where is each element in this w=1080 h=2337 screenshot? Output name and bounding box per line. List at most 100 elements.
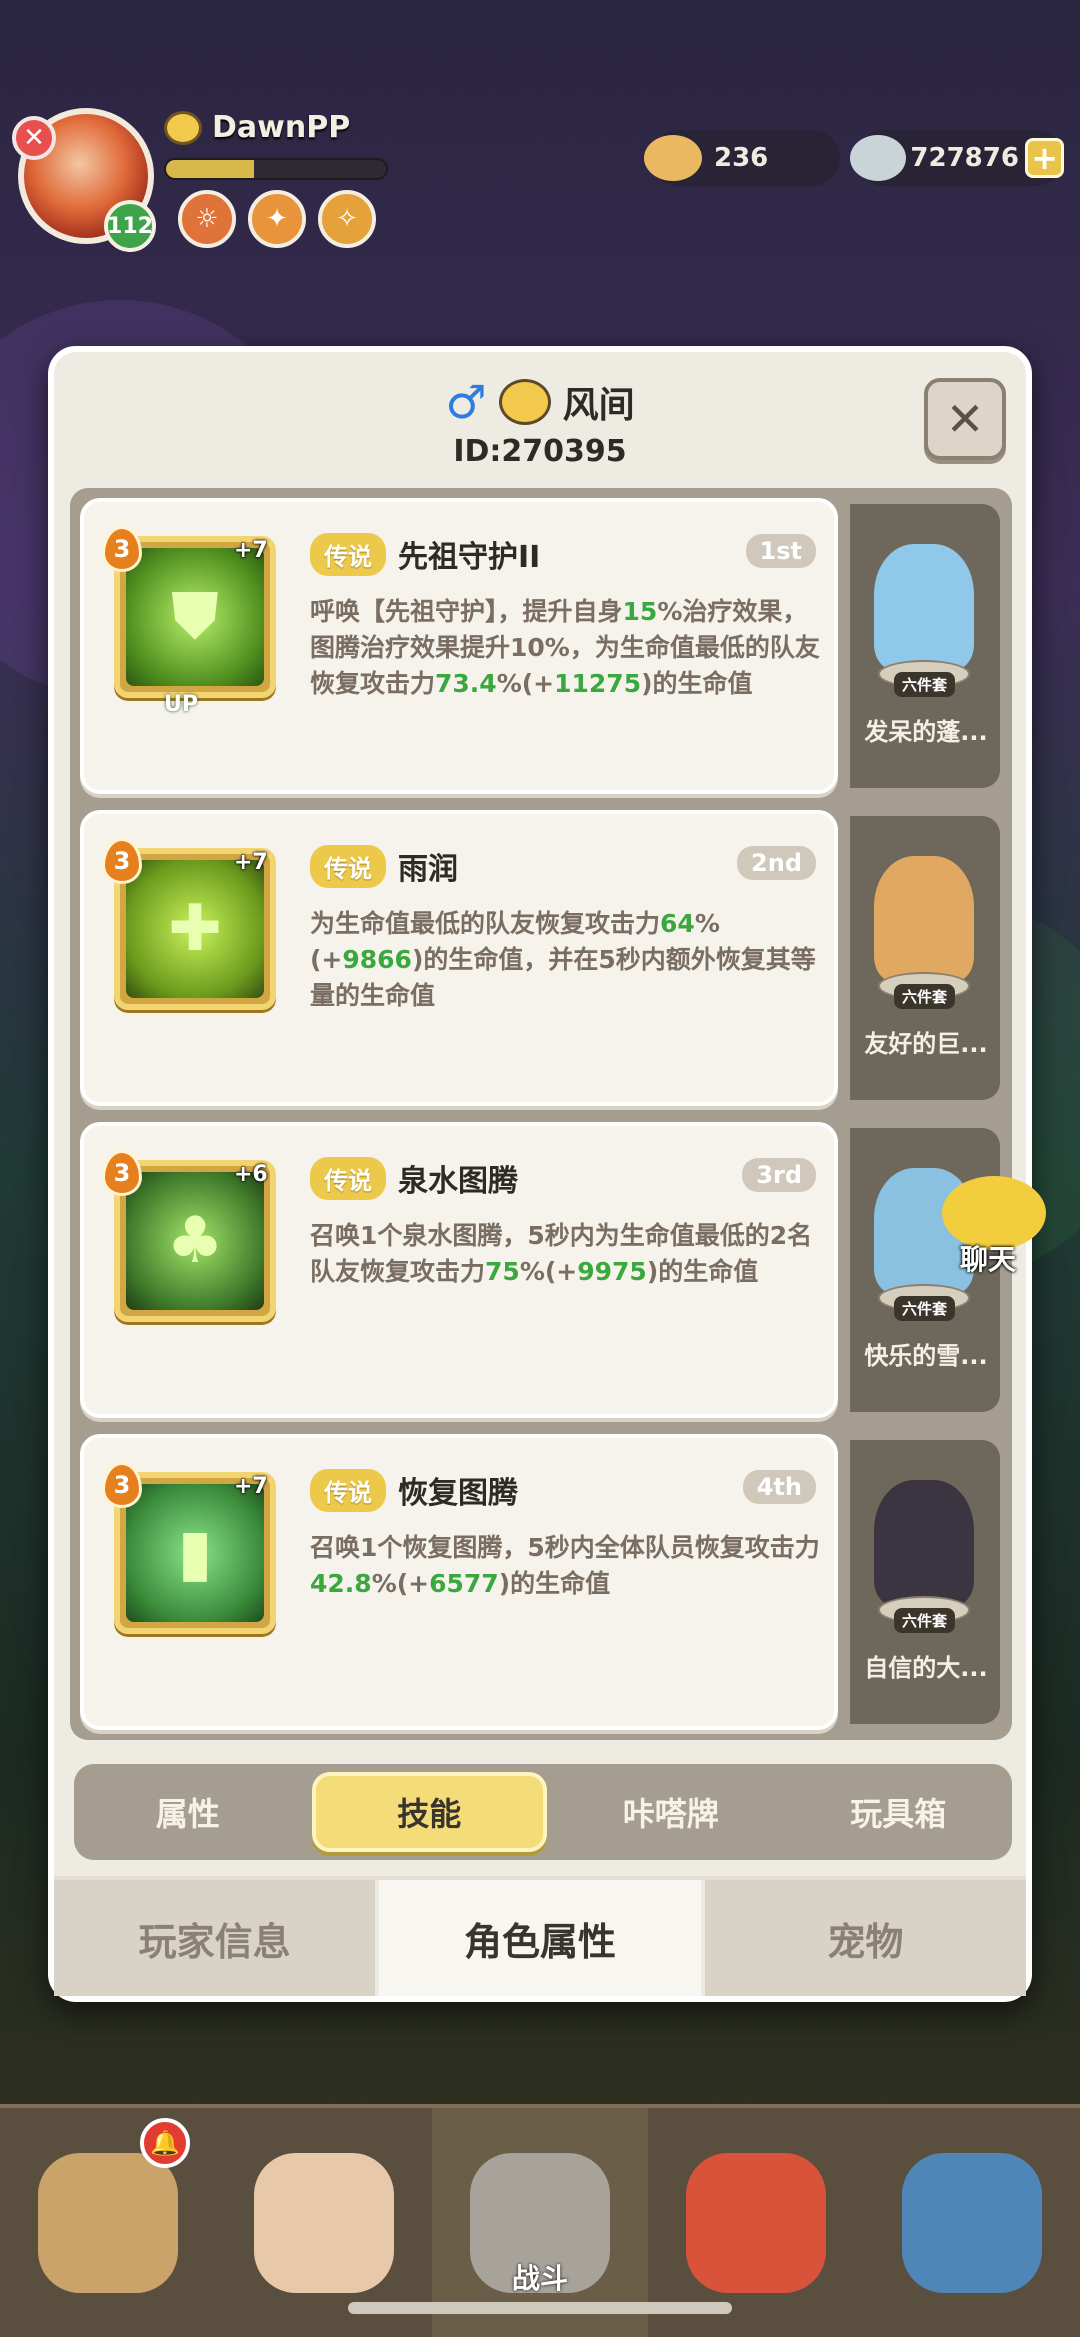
- outfit-set-tag: 六件套: [894, 672, 956, 697]
- sub-tab-bar: 属性 技能 咔嗒牌 玩具箱: [74, 1764, 1012, 1860]
- rarity-tag: 传说: [310, 532, 386, 576]
- skill-value: 9975: [577, 1257, 647, 1286]
- skill-header: 传说 先祖守护II: [310, 532, 540, 576]
- skill-icon: ♣: [126, 1172, 264, 1310]
- currency-shell-value: 236: [714, 143, 769, 173]
- skill-icon: ✚: [126, 860, 264, 998]
- rarity-tag: 传说: [310, 844, 386, 888]
- skill-row[interactable]: ⛊ UP 3 +7 传说 先祖守护II 1st 呼唤【先祖守护】，提升自身15%治疗效果，图腾…: [80, 498, 1002, 794]
- outfit-set-tag: 六件套: [894, 1296, 956, 1321]
- outfit-name: 友好的巨...: [864, 1030, 988, 1058]
- skill-text: 为生命值最低的队友恢复攻击力: [310, 909, 661, 938]
- skill-text: )的生命值: [498, 1569, 611, 1598]
- tab-character-attributes[interactable]: 角色属性: [375, 1880, 701, 1996]
- outfit-set-tag: 六件套: [894, 984, 956, 1009]
- skill-list: ⛊ UP 3 +7 传说 先祖守护II 1st 呼唤【先祖守护】，提升自身15%治疗效果，图腾…: [70, 488, 1012, 1740]
- upgrade-tag: UP: [164, 692, 198, 717]
- outfit-name: 发呆的蓬...: [864, 718, 988, 746]
- currency-shell-pill[interactable]: 236: [644, 130, 840, 186]
- badge-icon[interactable]: ✦: [248, 190, 306, 248]
- skill-text: %(+: [519, 1257, 578, 1286]
- skill-icon: ▮: [126, 1484, 264, 1622]
- outfit-figure-icon: [874, 1480, 974, 1606]
- close-icon: ✕: [945, 392, 985, 446]
- home-indicator: [348, 2302, 732, 2314]
- chat-button[interactable]: 聊天: [942, 1176, 1062, 1276]
- skill-card[interactable]: ▮ 3 +7 传说 恢复图腾 4th 召唤1个恢复图腾，5秒内全体队员恢复攻击力 42.8%(…: [80, 1434, 838, 1730]
- skill-name: 先祖守护II: [398, 540, 541, 575]
- skill-description: 召唤1个恢复图腾，5秒内全体队员恢复攻击力 42.8%(+6577)的生命值: [310, 1530, 826, 1602]
- tab-player-info[interactable]: 玩家信息: [54, 1880, 376, 1996]
- badge-icon[interactable]: ☼: [178, 190, 236, 248]
- main-tab-bar: 玩家信息 角色属性 宠物: [54, 1876, 1026, 1996]
- nav-battle-label: 战斗: [511, 2262, 568, 2295]
- plus-icon[interactable]: +: [1024, 138, 1064, 178]
- badge-icon[interactable]: ✧: [318, 190, 376, 248]
- nav-item-village[interactable]: 🔔: [0, 2108, 216, 2337]
- face-icon: [164, 110, 202, 145]
- modal-name-row: ♂ 风间: [54, 376, 1026, 428]
- outfit-card[interactable]: 六件套发呆的蓬...: [850, 504, 1000, 788]
- tab-skills[interactable]: 技能: [311, 1772, 547, 1852]
- avatar-marker-icon: ✕: [12, 116, 56, 160]
- rarity-tag: 传说: [310, 1156, 386, 1200]
- skill-row[interactable]: ♣ 3 +6 传说 泉水图腾 3rd 召唤1个泉水图腾，5秒内为生命值最低的2名队友恢复攻击…: [80, 1122, 1002, 1418]
- skill-header: 传说 雨润: [310, 844, 458, 888]
- skill-card[interactable]: ♣ 3 +6 传说 泉水图腾 3rd 召唤1个泉水图腾，5秒内为生命值最低的2名队友恢复攻击…: [80, 1122, 838, 1418]
- skill-row[interactable]: ▮ 3 +7 传说 恢复图腾 4th 召唤1个恢复图腾，5秒内全体队员恢复攻击力 42.8%(…: [80, 1434, 1002, 1730]
- skill-row[interactable]: ✚ 3 +7 传说 雨润 2nd 为生命值最低的队友恢复攻击力64%(+9866)的生命值，…: [80, 810, 1002, 1106]
- skill-order-tag: 1st: [745, 534, 816, 568]
- currency-gem-pill[interactable]: 727876 +: [850, 130, 1064, 186]
- skill-value: 42.8: [310, 1569, 372, 1598]
- skill-card[interactable]: ✚ 3 +7 传说 雨润 2nd 为生命值最低的队友恢复攻击力64%(+9866)的生命值，…: [80, 810, 838, 1106]
- male-icon: ♂: [445, 375, 487, 429]
- skill-value: 9866: [342, 945, 412, 974]
- exp-bar: [164, 158, 388, 180]
- skill-description: 召唤1个泉水图腾，5秒内为生命值最低的2名队友恢复攻击力75%(+9975)的生…: [310, 1218, 826, 1290]
- rarity-tag: 传说: [310, 1468, 386, 1512]
- skill-description: 呼唤【先祖守护】，提升自身15%治疗效果，图腾治疗效果提升10%，为生命值最低的…: [310, 594, 826, 702]
- outfit-name: 快乐的雪...: [864, 1342, 988, 1370]
- player-level-badge: 112: [104, 200, 156, 252]
- tab-attributes[interactable]: 属性: [74, 1772, 302, 1852]
- bell-icon: 🔔: [140, 2118, 190, 2168]
- skill-card[interactable]: ⛊ UP 3 +7 传说 先祖守护II 1st 呼唤【先祖守护】，提升自身15%治疗效果，图腾…: [80, 498, 838, 794]
- hero-icon: [254, 2152, 394, 2293]
- shell-icon: [644, 135, 702, 181]
- tab-toybox[interactable]: 玩具箱: [785, 1772, 1013, 1852]
- skill-value: 6577: [429, 1569, 499, 1598]
- skill-name: 恢复图腾: [398, 1476, 518, 1511]
- skill-name: 泉水图腾: [398, 1164, 518, 1199]
- outfit-card[interactable]: 六件套友好的巨...: [850, 816, 1000, 1100]
- skill-value: 64: [660, 909, 695, 938]
- close-button[interactable]: ✕: [924, 378, 1006, 460]
- skill-value: 75: [485, 1257, 520, 1286]
- nav-item-shop[interactable]: [864, 2108, 1080, 2337]
- face-icon: [498, 379, 551, 425]
- skill-icon: ⛊: [126, 548, 264, 686]
- skill-text: %(+: [496, 669, 555, 698]
- skill-text: )的生命值: [641, 669, 753, 698]
- outfit-figure-icon: [874, 856, 974, 982]
- skill-order-tag: 3rd: [742, 1158, 816, 1192]
- player-name-row: DawnPP: [164, 110, 350, 145]
- tab-cards[interactable]: 咔嗒牌: [557, 1772, 785, 1852]
- outfit-card[interactable]: 六件套 自信的大...: [850, 1440, 1000, 1724]
- outfit-figure-icon: [874, 544, 974, 670]
- outfit-name: 自信的大...: [864, 1654, 988, 1682]
- skill-rank-badge: 3: [102, 838, 142, 884]
- tab-pets[interactable]: 宠物: [700, 1880, 1026, 1996]
- skill-name: 雨润: [398, 852, 458, 887]
- skill-header: 传说 泉水图腾: [310, 1156, 518, 1200]
- skill-plus-level: +6: [234, 1162, 268, 1187]
- player-name: DawnPP: [212, 110, 351, 145]
- gem-icon: [850, 135, 907, 181]
- hud-badges: ☼ ✦ ✧: [178, 190, 376, 248]
- skill-rank-badge: 3: [102, 1462, 142, 1508]
- skill-order-tag: 2nd: [737, 846, 816, 880]
- skill-text: %(+: [371, 1569, 430, 1598]
- skill-value: 11275: [554, 669, 642, 698]
- modal-header: ♂ 风间 ID:270395 ✕: [54, 352, 1026, 482]
- skill-rank-badge: 3: [102, 526, 142, 572]
- skill-plus-level: +7: [234, 538, 268, 563]
